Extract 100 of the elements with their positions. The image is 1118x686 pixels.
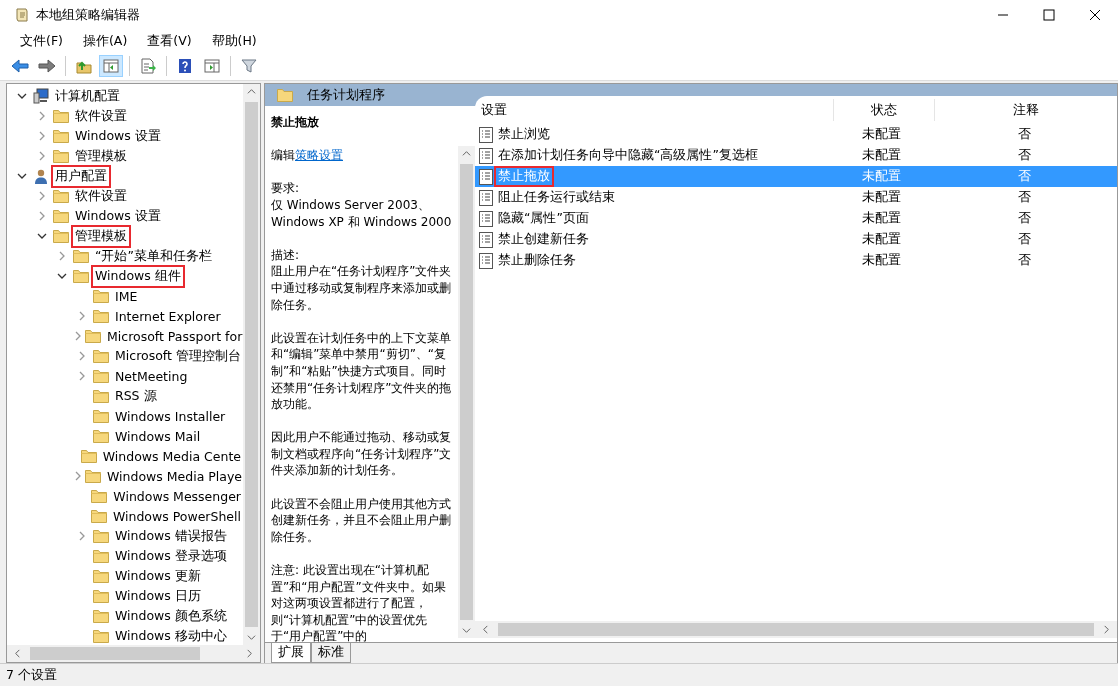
tree-item[interactable]: Windows Mail [113, 427, 203, 445]
scroll-left-icon[interactable] [481, 625, 490, 634]
tree-item[interactable]: “开始”菜单和任务栏 [93, 246, 214, 266]
tree-item[interactable]: Windows Messenger [111, 487, 243, 505]
tree-item[interactable]: Windows 设置 [73, 126, 163, 146]
comment-cell-text: 否 [1016, 230, 1032, 248]
tree-item[interactable]: Windows 日历 [113, 586, 203, 606]
folder-icon [93, 429, 109, 443]
scroll-up-icon[interactable] [247, 87, 256, 96]
tree-item[interactable]: Internet Explorer [113, 307, 223, 325]
view-tab[interactable]: 扩展 [271, 643, 311, 663]
menu-item[interactable]: 文件(F) [16, 32, 67, 50]
tree-toggle-button[interactable] [99, 55, 123, 77]
close-icon[interactable] [1089, 9, 1101, 21]
scrollbar[interactable] [458, 146, 475, 638]
policy-icon [479, 126, 493, 143]
tree-item[interactable]: 管理模板 [73, 226, 129, 246]
chevron-down-icon[interactable] [17, 91, 27, 101]
chevron-down-icon[interactable] [57, 271, 67, 281]
tree-item[interactable]: Windows 设置 [73, 206, 163, 226]
tree-item[interactable]: 计算机配置 [53, 86, 122, 106]
chevron-down-icon[interactable] [37, 231, 47, 241]
folder-icon [53, 129, 69, 143]
table-row[interactable]: 禁止删除任务 未配置 否 [475, 250, 1117, 271]
tree-item[interactable]: NetMeeting [113, 367, 190, 385]
tree-item[interactable]: 管理模板 [73, 146, 129, 166]
chevron-right-icon[interactable] [37, 131, 47, 141]
tree-item[interactable]: Microsoft 管理控制台 [113, 346, 243, 366]
chevron-right-icon[interactable] [77, 371, 87, 381]
chevron-right-icon[interactable] [37, 151, 47, 161]
scroll-right-icon[interactable] [1102, 625, 1111, 634]
table-row[interactable]: 在添加计划任务向导中隐藏“高级属性”复选框 未配置 否 [475, 145, 1117, 166]
policy-icon [479, 147, 493, 164]
scroll-right-icon[interactable] [245, 649, 254, 658]
policy-icon [479, 210, 493, 227]
column-header[interactable]: 状态 [834, 99, 935, 121]
description-paragraph: 因此用户不能通过拖动、移动或复制文档或程序向“任务计划程序”文件夹添加新的计划任务。 [271, 429, 453, 480]
view-tab[interactable]: 标准 [311, 643, 351, 663]
table-row[interactable]: 禁止创建新任务 未配置 否 [475, 229, 1117, 250]
tree-item[interactable]: Microsoft Passport for [105, 327, 243, 345]
status-cell-text: 未配置 [860, 125, 902, 143]
folder-icon [93, 589, 109, 603]
chevron-right-icon[interactable] [77, 351, 87, 361]
folder-icon [53, 189, 69, 203]
tree-item[interactable]: 用户配置 [53, 166, 109, 186]
tree-item[interactable]: Windows 错误报告 [113, 526, 229, 546]
menu-item[interactable]: 操作(A) [78, 32, 132, 50]
folder-icon [93, 409, 109, 423]
policy-icon [479, 168, 493, 185]
tree-item[interactable]: Windows 颜色系统 [113, 606, 229, 626]
setting-name: 禁止删除任务 [497, 252, 577, 269]
table-row[interactable]: 阻止任务运行或结束 未配置 否 [475, 187, 1117, 208]
tree-item[interactable]: Windows 组件 [93, 266, 183, 286]
chevron-down-icon[interactable] [17, 171, 27, 181]
folder-icon [93, 549, 109, 563]
chevron-right-icon[interactable] [37, 211, 47, 221]
table-row[interactable]: 禁止浏览 未配置 否 [475, 124, 1117, 145]
menu-item[interactable]: 查看(V) [143, 32, 196, 50]
policy-settings-link[interactable]: 策略设置 [295, 148, 343, 163]
chevron-right-icon[interactable] [37, 111, 47, 121]
chevron-right-icon[interactable] [77, 531, 87, 541]
chevron-right-icon[interactable] [73, 331, 83, 341]
table-row[interactable]: 隐藏“属性”页面 未配置 否 [475, 208, 1117, 229]
tree-item[interactable]: Windows PowerShell [110, 507, 243, 525]
tree-item[interactable]: RSS 源 [113, 386, 159, 406]
tree-item[interactable]: Windows 移动中心 [113, 626, 229, 645]
column-header[interactable]: 设置 [475, 99, 834, 121]
scroll-icon [14, 7, 30, 23]
scrollbar[interactable] [243, 84, 260, 645]
scroll-down-icon[interactable] [247, 633, 256, 642]
tree-item[interactable]: Windows 登录选项 [113, 546, 229, 566]
column-header[interactable]: 注释 [935, 99, 1117, 121]
scroll-up-icon[interactable] [462, 149, 471, 158]
tree-item[interactable]: Windows Media Cente [100, 447, 243, 465]
tree-item[interactable]: Windows Media Playe [105, 467, 243, 485]
folder-icon [93, 369, 109, 383]
comment-cell-text: 否 [1016, 188, 1032, 206]
chevron-right-icon[interactable] [73, 471, 83, 481]
tree-item[interactable]: 软件设置 [73, 186, 129, 206]
tree-item[interactable]: 软件设置 [73, 106, 129, 126]
scrollbar[interactable] [475, 621, 1117, 638]
folder-icon [73, 249, 89, 263]
comment-cell-text: 否 [1016, 209, 1032, 227]
policy-icon [479, 231, 493, 248]
folder-icon [93, 609, 109, 623]
scrollbar[interactable] [7, 645, 260, 662]
folder-icon [53, 149, 69, 163]
scroll-left-icon[interactable] [13, 649, 22, 658]
menu-item[interactable]: 帮助(H) [207, 32, 261, 50]
folder-icon [53, 209, 69, 223]
chevron-right-icon[interactable] [37, 191, 47, 201]
status-cell-text: 未配置 [860, 146, 902, 164]
tree-item[interactable]: Windows 更新 [113, 566, 203, 586]
maximize-icon[interactable] [1043, 9, 1055, 21]
chevron-right-icon[interactable] [77, 311, 87, 321]
comment-cell-text: 否 [1016, 251, 1032, 269]
scroll-down-icon[interactable] [462, 626, 471, 635]
chevron-right-icon[interactable] [57, 251, 67, 261]
tree-item[interactable]: Windows Installer [113, 407, 228, 425]
tree-item[interactable]: IME [113, 287, 140, 305]
